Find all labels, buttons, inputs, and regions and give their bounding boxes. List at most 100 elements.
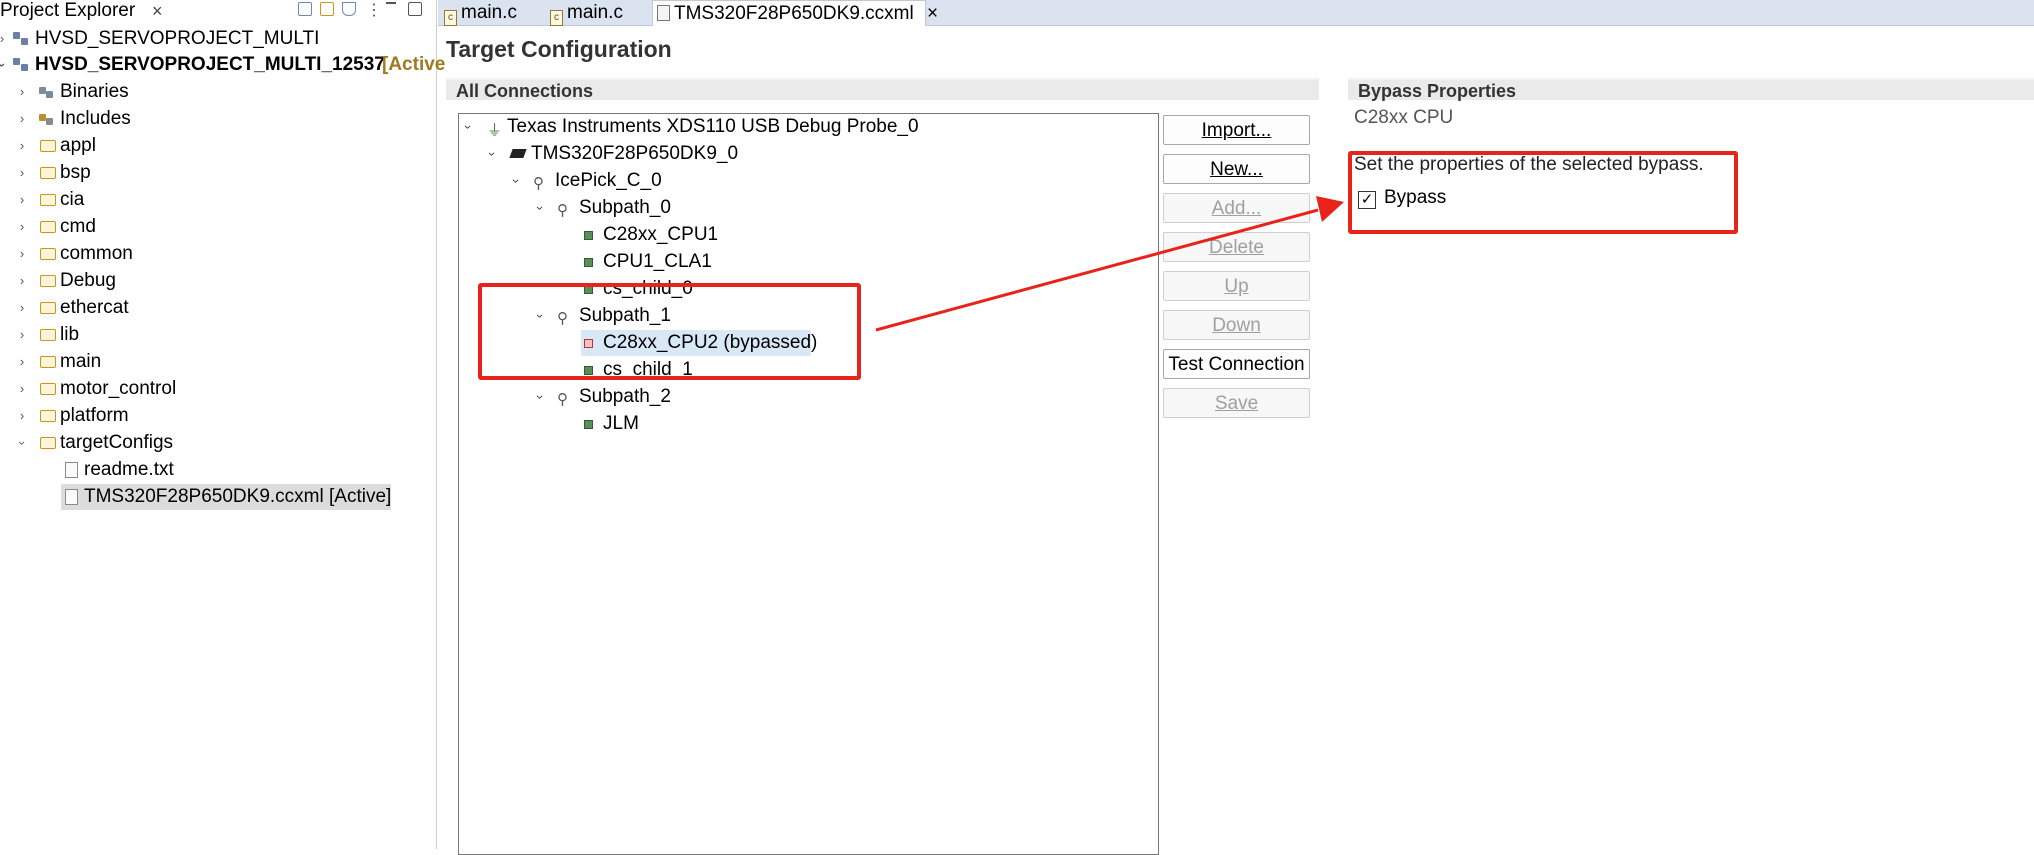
tab-close-icon[interactable]: ×: [927, 3, 938, 24]
new-button-label: New...: [1210, 159, 1263, 180]
delete-button-label: Delete: [1209, 237, 1264, 258]
bypass-subtitle: C28xx CPU: [1354, 107, 1454, 128]
tree-item-label: Debug: [60, 270, 116, 291]
tree-node-label: TMS320F28P650DK9_0: [531, 143, 739, 164]
import-button[interactable]: Import...: [1163, 115, 1310, 145]
probe-icon: ⏚: [487, 122, 503, 139]
chevron-down-icon[interactable]: ›: [527, 390, 553, 404]
ccxml-file-icon: [65, 489, 78, 505]
chevron-down-icon[interactable]: ›: [503, 174, 529, 188]
annotation-box-right: [1348, 151, 1738, 234]
chevron-right-icon[interactable]: ›: [16, 376, 28, 402]
page-title: Target Configuration: [446, 36, 672, 62]
tab-main-c-1[interactable]: c main.c: [440, 0, 542, 26]
chip-icon: [509, 149, 527, 158]
tree-item-label: platform: [60, 405, 129, 426]
tree-item-label: cmd: [60, 216, 96, 237]
filter-icon[interactable]: [342, 2, 356, 16]
folder-open-icon: [40, 437, 56, 449]
new-button[interactable]: New...: [1163, 154, 1310, 184]
explorer-tab-bar: Project Explorer × ⋮: [0, 0, 436, 22]
chevron-right-icon[interactable]: ›: [16, 79, 28, 105]
project-icon: [13, 32, 29, 46]
tree-item-label: lib: [60, 324, 80, 345]
chevron-right-icon[interactable]: ›: [16, 160, 28, 186]
tree-item-label: Binaries: [60, 81, 129, 102]
tree-item-label: bsp: [60, 162, 91, 183]
test-connection-button[interactable]: Test Connection: [1163, 349, 1310, 379]
chevron-right-icon[interactable]: ›: [16, 268, 28, 294]
folder-icon: [40, 167, 56, 179]
cpu-icon: [584, 258, 593, 267]
includes-icon: [39, 112, 55, 126]
add-button[interactable]: Add...: [1163, 193, 1310, 223]
tree-item-ccxml[interactable]: TMS320F28P650DK9.ccxml [Active]: [61, 484, 391, 510]
chevron-right-icon[interactable]: ›: [16, 106, 28, 132]
folder-icon: [40, 248, 56, 260]
chevron-right-icon[interactable]: ›: [16, 241, 28, 267]
test-connection-label: Test Connection: [1168, 354, 1305, 375]
tree-item-label: HVSD_SERVOPROJECT_MULTI: [35, 28, 320, 49]
tab-main-c-2[interactable]: c main.c: [546, 0, 648, 26]
up-button-label: Up: [1224, 276, 1249, 297]
chevron-right-icon[interactable]: ›: [16, 295, 28, 321]
up-button[interactable]: Up: [1163, 271, 1310, 301]
down-button[interactable]: Down: [1163, 310, 1310, 340]
link-editor-icon[interactable]: [320, 2, 334, 16]
folder-icon: [40, 275, 56, 287]
tree-node-label: Texas Instruments XDS110 USB Debug Probe…: [507, 116, 919, 137]
c-file-icon: c: [550, 10, 563, 26]
chevron-down-icon[interactable]: ›: [455, 120, 481, 134]
save-button-label: Save: [1214, 393, 1259, 414]
chevron-right-icon[interactable]: ›: [0, 26, 8, 52]
folder-icon: [40, 194, 56, 206]
text-file-icon: [65, 462, 78, 478]
tree-item-label: HVSD_SERVOPROJECT_MULTI_12537: [35, 54, 385, 75]
binaries-icon: [39, 85, 55, 99]
project-icon: [13, 58, 29, 72]
tree-node-label: Subpath_2: [579, 386, 671, 407]
explorer-tab-title[interactable]: Project Explorer: [0, 0, 135, 22]
subpath-icon: ⚲: [557, 391, 568, 408]
tree-item-label: readme.txt: [84, 459, 174, 480]
chevron-right-icon[interactable]: ›: [16, 187, 28, 213]
folder-icon: [40, 329, 56, 341]
chevron-right-icon[interactable]: ›: [16, 133, 28, 159]
ccxml-file-icon: [657, 5, 670, 21]
tree-node-label: Subpath_0: [579, 197, 671, 218]
import-button-label: Import...: [1201, 120, 1272, 141]
tree-item-label: Includes: [60, 108, 131, 129]
tree-node-label: C28xx_CPU1: [603, 224, 719, 245]
chevron-right-icon[interactable]: ›: [16, 322, 28, 348]
folder-icon: [40, 383, 56, 395]
router-icon: ⚲: [533, 175, 544, 192]
connections-section-header: All Connections: [446, 78, 1319, 101]
chevron-right-icon[interactable]: ›: [16, 214, 28, 240]
folder-icon: [40, 221, 56, 233]
chevron-down-icon[interactable]: ›: [9, 437, 35, 449]
collapse-all-icon[interactable]: [298, 2, 312, 16]
cpu-icon: [584, 420, 593, 429]
tree-item-label: common: [60, 243, 133, 264]
tree-item-label: ethercat: [60, 297, 129, 318]
tab-ccxml[interactable]: TMS320F28P650DK9.ccxml ×: [652, 0, 938, 26]
explorer-close-icon[interactable]: ×: [152, 0, 163, 22]
chevron-down-icon[interactable]: ›: [527, 201, 553, 215]
add-button-label: Add...: [1211, 198, 1262, 219]
connections-tree[interactable]: › ⏚ Texas Instruments XDS110 USB Debug P…: [458, 113, 1159, 855]
chevron-right-icon[interactable]: ›: [16, 403, 28, 429]
minimize-icon[interactable]: [386, 2, 396, 4]
folder-icon: [40, 410, 56, 422]
delete-button[interactable]: Delete: [1163, 232, 1310, 262]
maximize-icon[interactable]: [408, 2, 422, 16]
tree-node-label: IcePick_C_0: [555, 170, 662, 191]
annotation-box-left: [478, 283, 861, 380]
save-button[interactable]: Save: [1163, 388, 1310, 418]
project-explorer-panel: Project Explorer × ⋮ › HVSD_SERVOPROJECT…: [0, 0, 445, 849]
chevron-right-icon[interactable]: ›: [16, 349, 28, 375]
tree-item-label: cia: [60, 189, 85, 210]
tab-label: main.c: [461, 2, 517, 23]
chevron-down-icon[interactable]: ›: [479, 147, 505, 161]
tree-item-label: main: [60, 351, 102, 372]
view-menu-icon[interactable]: ⋮: [366, 0, 382, 20]
